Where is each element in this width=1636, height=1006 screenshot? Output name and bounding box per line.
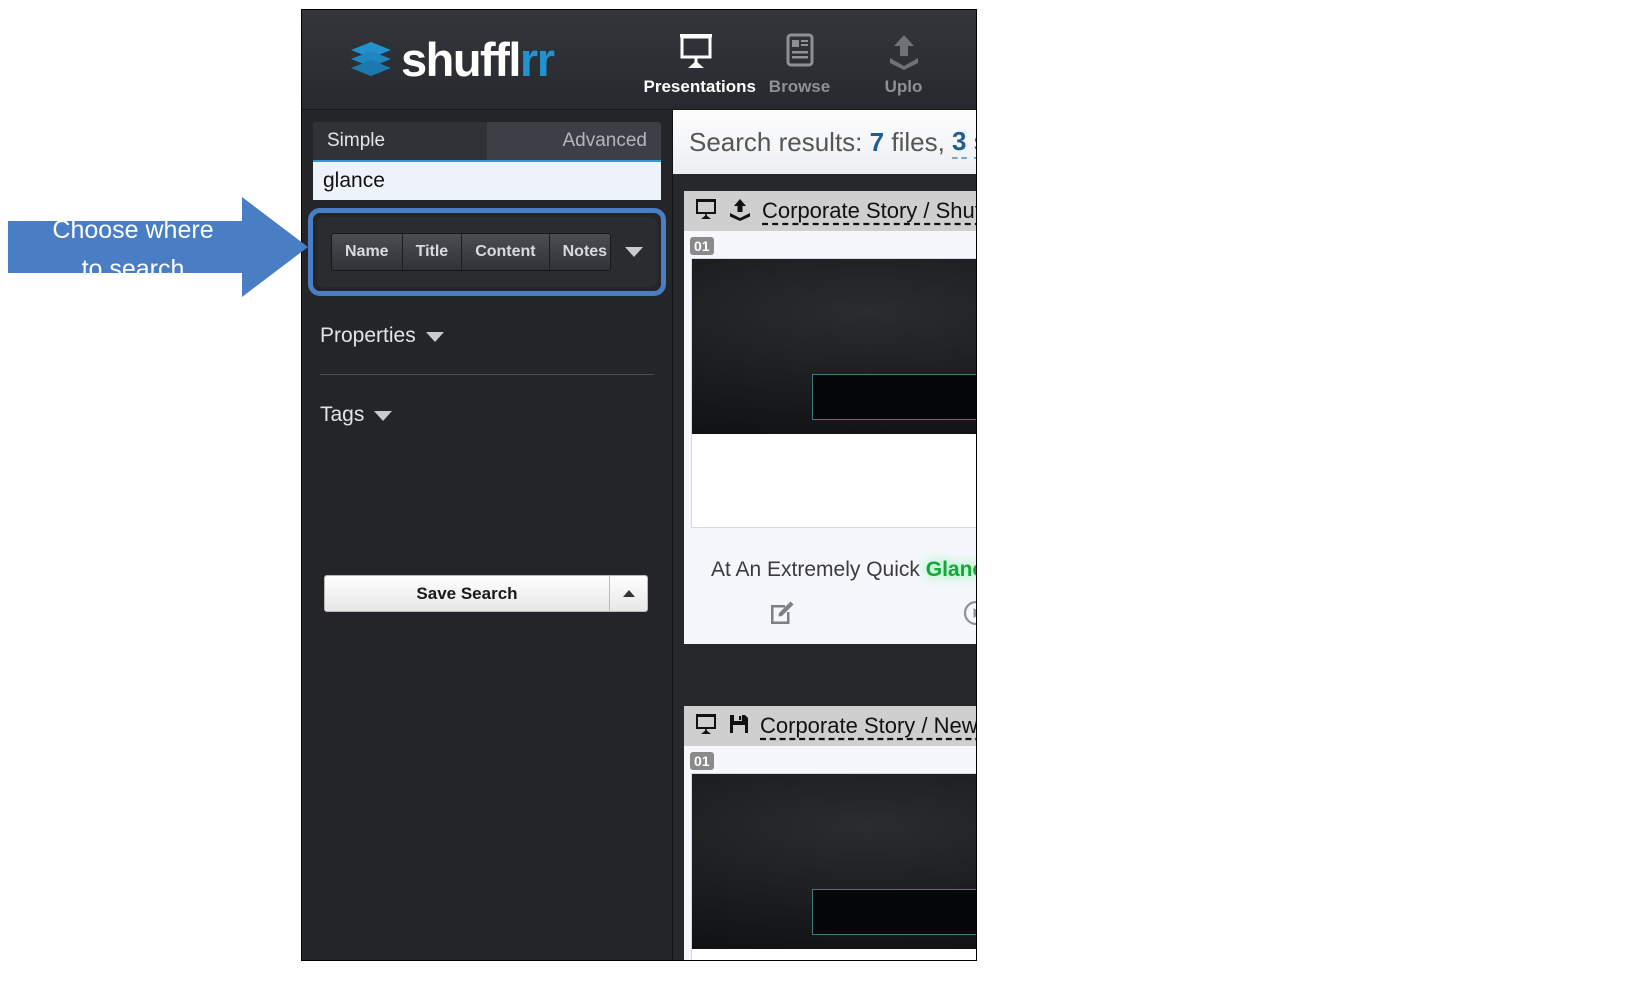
results-file-count: 7 <box>869 126 885 157</box>
result-card: Corporate Story / New ( 01 Features & At… <box>684 706 976 960</box>
shufflrr-app-window: shufflrr Presentations Browse Uplo Simpl… <box>302 10 976 960</box>
slide-thumbnail[interactable]: Features & At A Quic <box>691 773 976 960</box>
nav-item-browse[interactable]: Browse <box>748 30 852 97</box>
presentation-screen-icon <box>694 712 718 741</box>
caption-prefix: At An Extremely Quick <box>711 558 926 581</box>
upload-icon <box>728 197 752 226</box>
search-input[interactable] <box>313 160 661 200</box>
chevron-down-icon[interactable] <box>625 247 643 257</box>
result-head: Corporate Story / Shuffl <box>684 191 976 231</box>
tab-advanced[interactable]: Advanced <box>487 122 661 160</box>
results-pane: Search results: 7 files, 3 s <box>673 110 976 960</box>
result-path-link[interactable]: Corporate Story / Shuffl <box>762 198 976 224</box>
slide-thumbnail[interactable]: Features & At An Extremel <box>691 258 976 528</box>
nav-label-browse: Browse <box>768 77 831 96</box>
nav-label-upload: Uplo <box>884 77 923 96</box>
chevron-up-icon <box>622 590 635 597</box>
upload-icon <box>852 30 956 72</box>
slide-card: 01 Features & At An Extremel At An Extre… <box>684 231 976 644</box>
caption-highlight-term: Glance <box>925 558 976 581</box>
filter-properties-label: Properties <box>320 324 416 347</box>
save-search-button[interactable]: Save Search <box>324 575 610 612</box>
result-head: Corporate Story / New ( <box>684 706 976 746</box>
field-button-title[interactable]: Title <box>402 234 463 270</box>
logo-wordmark: shufflrr <box>401 33 555 86</box>
search-mode-tabs: Simple Advanced <box>313 122 661 160</box>
chevron-down-icon <box>425 324 444 348</box>
result-card: Corporate Story / Shuffl 01 Features & A… <box>684 191 976 644</box>
slide-number-badge: 01 <box>690 237 714 255</box>
save-search-row: Save Search <box>324 575 648 612</box>
nav-item-upload[interactable]: Uplo <box>852 30 956 97</box>
document-list-icon <box>748 30 852 72</box>
slide-thumbnail-image: Features & <box>692 259 976 434</box>
results-slide-count: 3 <box>952 126 967 159</box>
shufflrr-stack-logo-icon <box>351 41 391 76</box>
slide-actions <box>684 582 976 644</box>
result-path-link[interactable]: Corporate Story / New ( <box>760 713 976 739</box>
edit-icon[interactable] <box>769 600 795 626</box>
search-field-buttons: Name Title Content Notes <box>331 233 611 271</box>
annotation-callout-arrow: Choose where to search <box>8 197 308 297</box>
screenshot-root: Choose where to search shufflrr Presenta… <box>0 0 1636 1006</box>
presentation-screen-icon <box>644 30 748 72</box>
nav-item-presentations[interactable]: Presentations <box>643 30 756 97</box>
save-floppy-icon <box>728 713 750 740</box>
filter-section-tags: Tags <box>320 375 654 427</box>
tab-advanced-label: Advanced <box>562 130 647 151</box>
app-body: Simple Advanced Name Title Content <box>302 110 976 960</box>
search-fields-highlight-box: Name Title Content Notes <box>308 208 666 296</box>
results-header-prefix: Search results: <box>689 126 863 157</box>
results-slides-word: s <box>973 126 976 159</box>
search-input-wrap <box>313 160 661 200</box>
field-button-notes[interactable]: Notes <box>549 234 610 270</box>
search-panel: Simple Advanced Name Title Content <box>302 110 673 960</box>
tab-simple[interactable]: Simple <box>313 122 487 160</box>
annotation-text: Choose where to search <box>18 211 248 289</box>
logo-text-white: shuffl <box>401 33 521 86</box>
slide-number-badge: 01 <box>690 752 714 770</box>
filter-properties[interactable]: Properties <box>320 324 654 348</box>
save-search-dropdown-button[interactable] <box>610 575 648 612</box>
logo-text-blue: rr <box>519 33 555 86</box>
app-logo[interactable]: shufflrr <box>347 10 555 109</box>
filter-tags-label: Tags <box>320 403 365 426</box>
slide-banner-text: Features & <box>812 889 976 935</box>
play-icon[interactable] <box>963 600 976 626</box>
slide-card: 01 Features & At A Quic <box>684 746 976 960</box>
annotation-line-2: to search <box>81 254 185 283</box>
search-fields-group: Name Title Content Notes <box>317 217 657 287</box>
slide-thumbnail-image: Features & <box>692 774 976 949</box>
annotation-line-1: Choose where <box>52 216 214 244</box>
results-files-word: files, <box>891 126 945 157</box>
chevron-down-icon <box>374 403 393 427</box>
main-nav: Presentations Browse Uplo <box>644 10 956 109</box>
field-button-content[interactable]: Content <box>462 234 550 270</box>
tab-simple-label: Simple <box>327 130 386 151</box>
app-topbar: shufflrr Presentations Browse Uplo <box>302 10 976 110</box>
field-button-name[interactable]: Name <box>332 234 403 270</box>
nav-label-presentations: Presentations <box>643 77 756 96</box>
filter-tags[interactable]: Tags <box>320 403 654 427</box>
results-header: Search results: 7 files, 3 s <box>673 110 976 174</box>
presentation-screen-icon <box>694 197 718 226</box>
filter-section: Properties <box>320 296 654 375</box>
slide-caption: At An Extremely Quick Glance F <box>684 528 976 582</box>
slide-banner-text: Features & <box>812 374 976 420</box>
